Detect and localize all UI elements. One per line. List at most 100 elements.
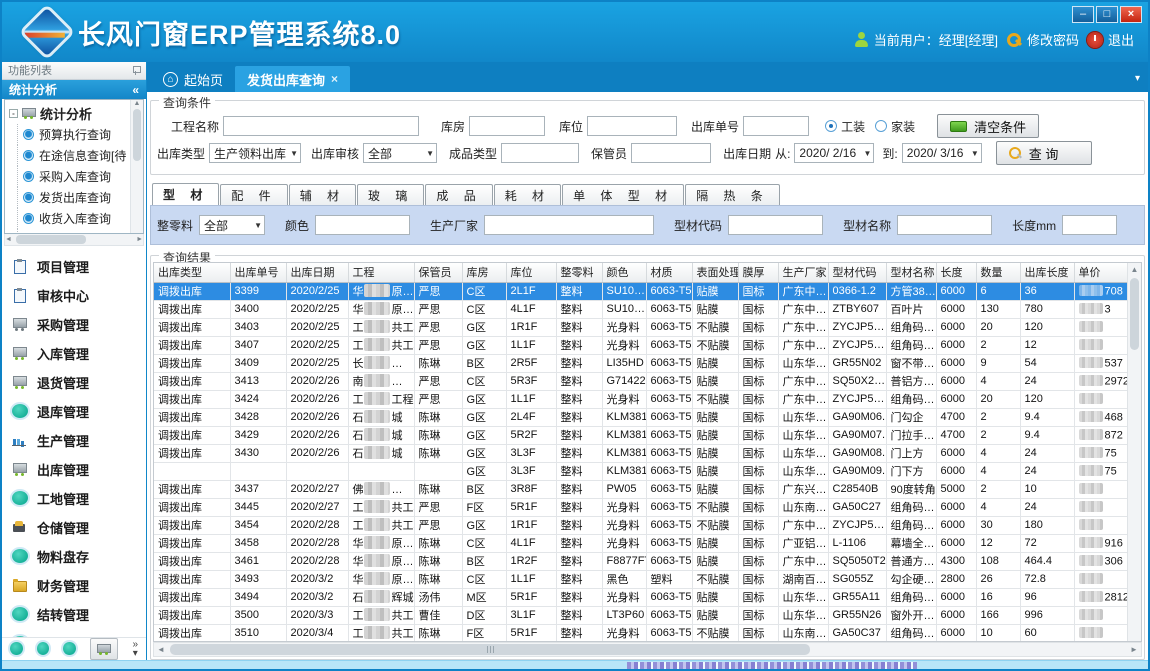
sidebar-item-5[interactable]: 退库管理: [12, 397, 146, 426]
material-tab-4[interactable]: 成 品: [425, 184, 492, 205]
sidebar-item-0[interactable]: 项目管理: [12, 252, 146, 281]
tree-item-0[interactable]: 预算执行查询: [9, 124, 143, 145]
table-row[interactable]: 调拨出库34072020/2/25工共工程严思G区1L1F整料光身料6063-T…: [154, 336, 1127, 354]
column-header-7[interactable]: 整零料: [556, 263, 602, 282]
column-header-0[interactable]: 出库类型: [154, 263, 230, 282]
table-row[interactable]: 调拨出库34582020/2/28华原…陈琳C区4L1F整料光身料6063-T5…: [154, 534, 1127, 552]
nav-overflow-button[interactable]: »▾: [132, 640, 138, 658]
column-header-17[interactable]: 出库长度: [1020, 263, 1074, 282]
nav-dot-icon[interactable]: [37, 642, 50, 655]
column-header-4[interactable]: 保管员: [414, 263, 462, 282]
close-button[interactable]: ×: [1120, 6, 1142, 23]
statistics-section-header[interactable]: 统计分析 «: [2, 80, 146, 99]
table-row[interactable]: 调拨出库34032020/2/25工共工程严思G区1R1F整料光身料6063-T…: [154, 318, 1127, 336]
sidebar-item-9[interactable]: 仓储管理: [12, 513, 146, 542]
column-header-11[interactable]: 膜厚: [738, 263, 778, 282]
sidebar-item-7[interactable]: 出库管理: [12, 455, 146, 484]
tab-list-dropdown-icon[interactable]: ▾: [1135, 73, 1140, 84]
column-header-16[interactable]: 数量: [976, 263, 1020, 282]
tree-horizontal-scrollbar[interactable]: ◄►: [4, 234, 144, 246]
scrollbar-thumb[interactable]: [170, 644, 810, 655]
subfilter-input-1[interactable]: [315, 215, 410, 235]
column-header-3[interactable]: 工程: [348, 263, 414, 282]
audit-select[interactable]: 全部▼: [363, 143, 437, 163]
keeper-input[interactable]: [631, 143, 711, 163]
sidebar-item-6[interactable]: 生产管理: [12, 426, 146, 455]
sidebar-item-3[interactable]: 入库管理: [12, 339, 146, 368]
scroll-right-icon[interactable]: ►: [1127, 645, 1141, 654]
tree-root-statistics[interactable]: - 统计分析: [9, 102, 143, 124]
table-row[interactable]: 调拨出库34132020/2/26南…严思C区5R3F整料G714226063-…: [154, 372, 1127, 390]
search-button[interactable]: 查 询: [996, 141, 1092, 165]
pin-icon[interactable]: [132, 66, 140, 75]
table-row[interactable]: 调拨出库34612020/2/28华原…陈琳B区1R2F整料F8877FT606…: [154, 552, 1127, 570]
subfilter-select-0[interactable]: 全部▼: [199, 215, 265, 235]
tree-item-4[interactable]: 收货入库查询: [9, 208, 143, 229]
change-password-button[interactable]: 修改密码: [1006, 30, 1079, 49]
table-row[interactable]: 调拨出库34372020/2/27佛…陈琳B区3R8F整料PW056063-T5…: [154, 480, 1127, 498]
out-type-select[interactable]: 生产领料出库▼: [209, 143, 301, 163]
column-header-13[interactable]: 型材代码: [828, 263, 886, 282]
table-row[interactable]: 调拨出库34542020/2/28工共工程严思G区1R1F整料光身料6063-T…: [154, 516, 1127, 534]
collapse-icon[interactable]: «: [132, 83, 139, 97]
material-tab-5[interactable]: 耗 材: [494, 184, 561, 205]
material-tab-3[interactable]: 玻 璃: [357, 184, 424, 205]
order-no-input[interactable]: [743, 116, 809, 136]
material-tab-1[interactable]: 配 件: [220, 184, 287, 205]
table-row[interactable]: 调拨出库34002020/2/25华原…严思C区4L1F整料SU10…6063-…: [154, 300, 1127, 318]
material-tab-2[interactable]: 辅 材: [289, 184, 356, 205]
date-from-picker[interactable]: 2020/ 2/16▼: [794, 143, 874, 163]
table-row[interactable]: 调拨出库35002020/3/3工共工程曹佳D区3L1F整料LT3P606063…: [154, 606, 1127, 624]
column-header-8[interactable]: 颜色: [602, 263, 646, 282]
table-row[interactable]: 调拨出库34452020/2/27工共工程严思F区5R1F整料光身料6063-T…: [154, 498, 1127, 516]
minimize-button[interactable]: –: [1072, 6, 1094, 23]
product-type-input[interactable]: [501, 143, 579, 163]
sidebar-item-2[interactable]: 采购管理: [12, 310, 146, 339]
sidebar-item-12[interactable]: 结转管理: [12, 600, 146, 629]
table-row[interactable]: 调拨出库34292020/2/26石城陈琳G区5R2F整料KLM38176063…: [154, 426, 1127, 444]
clear-conditions-button[interactable]: 清空条件: [937, 114, 1039, 138]
date-to-picker[interactable]: 2020/ 3/16▼: [902, 143, 982, 163]
tree-expander-icon[interactable]: -: [9, 109, 18, 118]
maximize-button[interactable]: □: [1096, 6, 1118, 23]
material-tab-6[interactable]: 单 体 型 材: [562, 184, 684, 205]
table-row[interactable]: 调拨出库34242020/2/26工工程严思G区1L1F整料光身料6063-T5…: [154, 390, 1127, 408]
grid-vertical-scrollbar[interactable]: ▲: [1127, 263, 1141, 641]
nav-dot-icon[interactable]: [63, 642, 76, 655]
subfilter-input-5[interactable]: [1062, 215, 1117, 235]
tree-item-1[interactable]: 在途信息查询[待: [9, 145, 143, 166]
location-input[interactable]: [587, 116, 677, 136]
table-row[interactable]: 调拨出库34942020/3/2石辉城汤伟M区5R1F整料光身料6063-T5贴…: [154, 588, 1127, 606]
grid-horizontal-scrollbar[interactable]: ◄ ►: [153, 642, 1142, 657]
table-row[interactable]: 调拨出库34302020/2/26石城陈琳G区3L3F整料KLM38176063…: [154, 444, 1127, 462]
subfilter-input-4[interactable]: [897, 215, 992, 235]
column-header-14[interactable]: 型材名称: [886, 263, 936, 282]
tab-shipping-outbound-query[interactable]: 发货出库查询 ×: [235, 66, 350, 92]
tab-close-icon[interactable]: ×: [331, 72, 338, 86]
column-header-15[interactable]: 长度: [936, 263, 976, 282]
radio-jiazhuang[interactable]: 家装: [875, 118, 915, 135]
tree-vertical-scrollbar[interactable]: ▲: [130, 100, 143, 233]
sidebar-item-10[interactable]: 物料盘存: [12, 542, 146, 571]
column-header-1[interactable]: 出库单号: [230, 263, 286, 282]
sidebar-item-8[interactable]: 工地管理: [12, 484, 146, 513]
sidebar-item-1[interactable]: 审核中心: [12, 281, 146, 310]
table-row[interactable]: 调拨出库33992020/2/25华原…严思C区2L1F整料SU10…6063-…: [154, 282, 1127, 300]
sidebar-item-4[interactable]: 退货管理: [12, 368, 146, 397]
table-row[interactable]: 调拨出库35102020/3/4工共工程陈琳F区5R1F整料光身料6063-T5…: [154, 624, 1127, 641]
column-header-18[interactable]: 单价: [1074, 263, 1127, 282]
column-header-5[interactable]: 库房: [462, 263, 506, 282]
sidebar-item-11[interactable]: 财务管理: [12, 571, 146, 600]
tab-home[interactable]: ⌂ 起始页: [151, 66, 235, 92]
tree-item-2[interactable]: 采购入库查询: [9, 166, 143, 187]
table-row[interactable]: G区3L3F整料KLM38176063-T5贴膜国标山东华…GA90M09.门下…: [154, 462, 1127, 480]
tree-item-3[interactable]: 发货出库查询: [9, 187, 143, 208]
material-tab-0[interactable]: 型 材: [152, 183, 219, 205]
column-header-6[interactable]: 库位: [506, 263, 556, 282]
table-row[interactable]: 调拨出库34092020/2/25长…陈琳B区2R5F整料LI35HD6063-…: [154, 354, 1127, 372]
table-row[interactable]: 调拨出库34282020/2/26石城陈琳G区2L4F整料KLM38176063…: [154, 408, 1127, 426]
table-row[interactable]: 调拨出库34932020/3/2华原…陈琳C区1L1F整料黑色塑料不贴膜国标湖南…: [154, 570, 1127, 588]
subfilter-input-2[interactable]: [484, 215, 654, 235]
column-header-10[interactable]: 表面处理: [692, 263, 738, 282]
warehouse-input[interactable]: [469, 116, 545, 136]
